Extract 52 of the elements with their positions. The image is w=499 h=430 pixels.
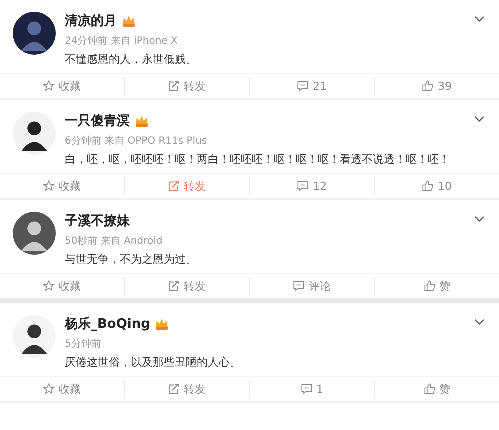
user-name[interactable]: 清凉的月 — [65, 12, 117, 30]
favorite-button[interactable]: 收藏 — [0, 77, 124, 95]
post-meta: 5分钟前 — [65, 338, 102, 351]
comment-text: 不懂感恩的人，永世低贱。 — [65, 52, 198, 67]
user-name[interactable]: 杨乐_BoQing — [65, 315, 150, 333]
favorite-button[interactable]: 收藏 — [0, 177, 124, 195]
thumbs-up-icon — [422, 180, 434, 192]
share-icon — [168, 280, 180, 292]
comment-button[interactable]: 评论 — [249, 277, 374, 295]
speech-bubble-icon — [293, 280, 305, 292]
chevron-down-icon[interactable] — [474, 216, 485, 223]
thumbs-up-icon — [424, 280, 436, 292]
comment-text: 白，呸，呕，呸呸呸！呕！两白！呸呸呸！呕！呕！呕！看透不说透！呕！呸！ — [65, 152, 451, 167]
chevron-down-icon[interactable] — [474, 16, 485, 23]
avatar[interactable] — [13, 212, 56, 255]
like-button[interactable]: 10 — [374, 177, 499, 195]
comment-text: 厌倦这世俗，以及那些丑陋的人心。 — [65, 355, 242, 370]
user-name[interactable]: 子溪不撩妹 — [65, 212, 130, 230]
avatar[interactable] — [13, 112, 56, 155]
star-icon — [43, 80, 55, 92]
star-icon — [43, 180, 55, 192]
star-icon — [43, 383, 55, 395]
comment-button[interactable]: 1 — [249, 380, 374, 398]
share-icon — [168, 180, 180, 192]
repost-button[interactable]: 转发 — [124, 177, 249, 195]
post-meta: 50秒前 来自 Android — [65, 234, 164, 248]
avatar[interactable] — [13, 315, 56, 358]
post-meta: 24分钟前 来自 iPhone X — [65, 34, 179, 48]
like-button[interactable]: 赞 — [374, 277, 499, 295]
comment-text: 与世无争，不为之恩为过。 — [65, 252, 198, 267]
avatar[interactable] — [13, 12, 56, 55]
user-name[interactable]: 一只傻青溟 — [65, 112, 130, 130]
star-icon — [43, 280, 55, 292]
speech-bubble-icon — [297, 80, 309, 92]
chevron-down-icon[interactable] — [474, 319, 485, 326]
speech-bubble-icon — [297, 180, 309, 192]
like-button[interactable]: 39 — [374, 77, 499, 95]
favorite-button[interactable]: 收藏 — [0, 277, 124, 295]
repost-button[interactable]: 转发 — [124, 380, 249, 398]
share-icon — [168, 383, 180, 395]
comment-button[interactable]: 21 — [249, 77, 374, 95]
thumbs-up-icon — [422, 80, 434, 92]
repost-button[interactable]: 转发 — [124, 277, 249, 295]
post-meta: 6分钟前 来自 OPPO R11s Plus — [65, 134, 208, 148]
comment-button[interactable]: 12 — [249, 177, 374, 195]
thumbs-up-icon — [424, 383, 436, 395]
like-button[interactable]: 赞 — [374, 380, 499, 398]
chevron-down-icon[interactable] — [474, 116, 485, 123]
share-icon — [168, 80, 180, 92]
repost-button[interactable]: 转发 — [124, 77, 249, 95]
favorite-button[interactable]: 收藏 — [0, 380, 124, 398]
speech-bubble-icon — [300, 383, 312, 395]
